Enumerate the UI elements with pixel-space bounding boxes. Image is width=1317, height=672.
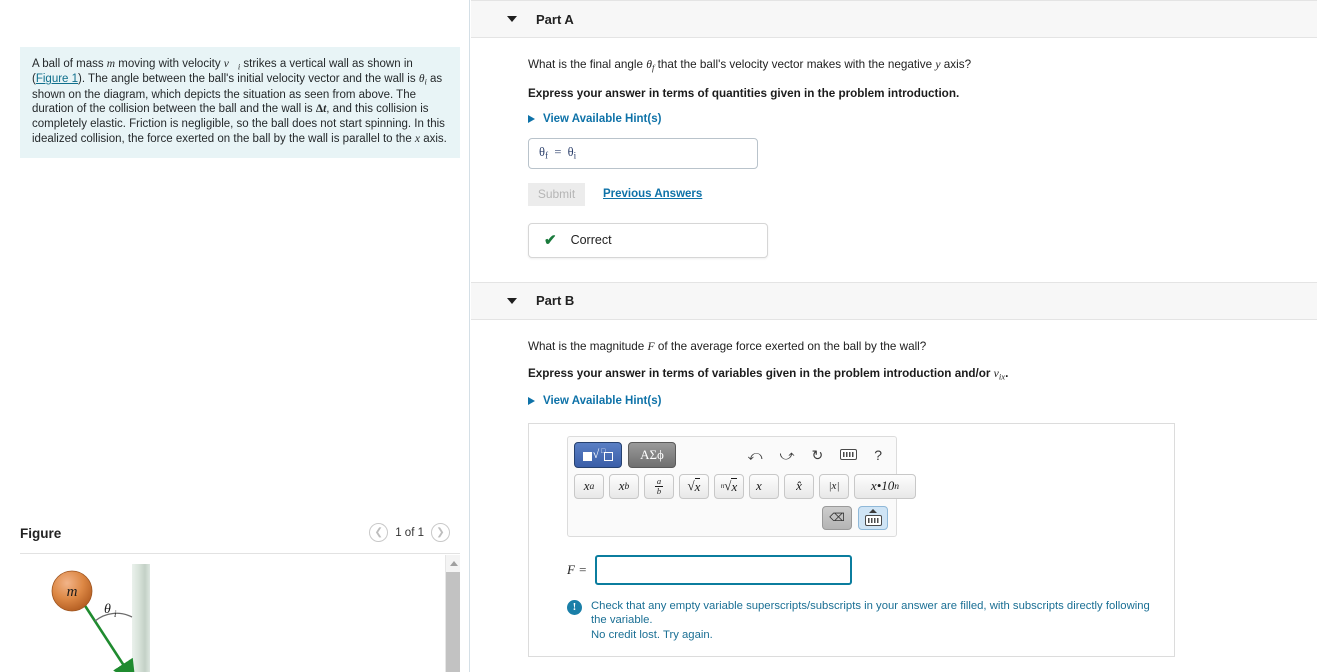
figure-counter: 1 of 1 [395,526,424,539]
part-a-body: What is the final angle θf that the ball… [471,57,1317,282]
palette-bottom-row: ⌫ [574,505,890,530]
part-b-error-line1: Check that any empty variable superscrip… [591,599,1150,627]
scroll-up-arrow-icon[interactable] [446,555,460,571]
figure-title: Figure [20,526,62,541]
nth-root-key[interactable]: n √ x [714,473,744,499]
part-a-instruction: Express your answer in terms of quantiti… [528,86,960,100]
part-a-feedback-text: Correct [570,233,612,248]
figure-scrollbar[interactable] [445,555,460,672]
figure-nav: ❮ 1 of 1 ❯ [369,523,450,542]
check-icon: ✔ [544,231,557,249]
toggle-keyboard-key[interactable] [858,505,888,530]
symbol-m: m [106,58,116,70]
palette-tab-templates[interactable]: √ □ [574,441,622,468]
triangle-right-icon [528,396,535,405]
part-a-previous-answers-link[interactable]: Previous Answers [603,188,702,200]
part-b-answer-card: √ □ ΑΣϕ ⤺ ⤻ ↻ ? xa x b a b √ x n √ x x⃗ … [528,422,1175,658]
template-radical-icon: √ □ [582,447,614,462]
part-b-hint-toggle[interactable]: View Available Hint(s) [528,395,1317,407]
angle-label: θ [104,602,111,617]
part-b-error-message: ! Check that any empty variable superscr… [567,599,1160,642]
subscript-key[interactable]: xb [609,473,639,499]
mass-label: m [67,584,78,600]
symbol-delta-t: Δt [315,103,327,116]
figure-prev-button[interactable]: ❮ [369,523,389,542]
part-a-hint-label: View Available Hint(s) [543,112,662,125]
collision-diagram: m θ i [51,564,150,672]
symbol-vi: v⃗i [223,58,241,72]
scrollbar-thumb[interactable] [446,572,460,672]
angle-sublabel: i [114,609,117,619]
figure-divider [20,553,460,554]
part-a-hint-toggle[interactable]: View Available Hint(s) [528,113,1317,125]
wall-shape [132,564,150,672]
mastering-physics-page: A ball of mass m moving with velocity v⃗… [0,0,1317,672]
part-b-error-line2: No credit lost. Try again. [591,628,713,641]
part-b-question: What is the magnitude F of the average f… [528,339,927,353]
keyboard-icon [864,515,882,527]
palette-toolbar: √ □ ΑΣϕ ⤺ ⤻ ↻ ? [574,441,890,468]
intro-text: A ball of mass m moving with velocity v⃗… [32,58,447,145]
symbol-vix: vix [993,367,1006,382]
triangle-right-icon [528,114,535,123]
exclamation-circle-icon: ! [567,599,582,615]
keyboard-icon[interactable] [840,449,858,461]
backspace-key[interactable]: ⌫ [822,505,852,530]
part-a-submit-button[interactable]: Submit [528,182,585,206]
fraction-key[interactable]: ab [644,473,674,499]
figure-viewport: m θ i [20,555,460,672]
symbol-theta-i: θi [418,73,427,87]
part-a-answer-value: θf = θi [539,145,577,162]
math-palette: √ □ ΑΣϕ ⤺ ⤻ ↻ ? xa x b a b √ x n √ x x⃗ … [567,435,916,537]
part-b-instruction: Express your answer in terms of variable… [528,367,1009,382]
caret-up-icon [869,509,877,514]
part-a-answer-field[interactable]: θf = θi [528,137,758,169]
part-a-feedback-banner: ✔ Correct [528,222,768,258]
part-b-answer-label: F = [567,561,587,577]
palette-tab-greek[interactable]: ΑΣϕ [628,441,676,468]
figure-header: Figure ❮ 1 of 1 ❯ [20,523,460,553]
part-b-answer-input[interactable] [594,554,852,585]
right-panel: Part A What is the final angle θf that t… [471,0,1317,672]
palette-key-row: xa xb ab √ x n √ x x⃗ x̂ |x| x•10 n [574,473,916,499]
redo-icon[interactable]: ⤻ [780,448,795,462]
part-b-header[interactable]: Part B [471,281,1317,320]
unit-vector-key[interactable]: x̂ [784,473,814,499]
help-icon[interactable]: ? [874,448,882,462]
caret-down-icon[interactable] [507,297,517,304]
left-panel: A ball of mass m moving with velocity v⃗… [0,0,470,672]
superscript-key[interactable]: xa [574,473,604,499]
palette-tools: ⤺ ⤻ ↻ ? [748,448,890,462]
part-a-button-row: Submit Previous Answers [528,182,1317,206]
scientific-notation-key[interactable]: x•10 n [854,473,916,499]
symbol-F: F [647,339,655,353]
figure-next-button[interactable]: ❯ [431,523,450,542]
undo-icon[interactable]: ⤺ [748,448,763,462]
square-root-key[interactable]: √ x [679,473,709,499]
figure-1-link[interactable]: Figure 1 [36,73,78,85]
reset-icon[interactable]: ↻ [811,448,823,462]
part-a-question: What is the final angle θf that the ball… [528,58,972,73]
part-a-label: Part A [536,11,574,27]
part-b-hint-label: View Available Hint(s) [543,394,662,407]
absolute-value-key[interactable]: |x| [819,473,849,499]
problem-introduction: A ball of mass m moving with velocity v⃗… [20,47,460,159]
part-a-header[interactable]: Part A [471,0,1317,38]
part-b-body: What is the magnitude F of the average f… [471,339,1317,672]
part-b-label: Part B [536,293,575,309]
vector-key[interactable]: x⃗ [749,473,779,499]
part-b-answer-row: F = [567,554,1160,585]
caret-down-icon[interactable] [507,16,517,22]
